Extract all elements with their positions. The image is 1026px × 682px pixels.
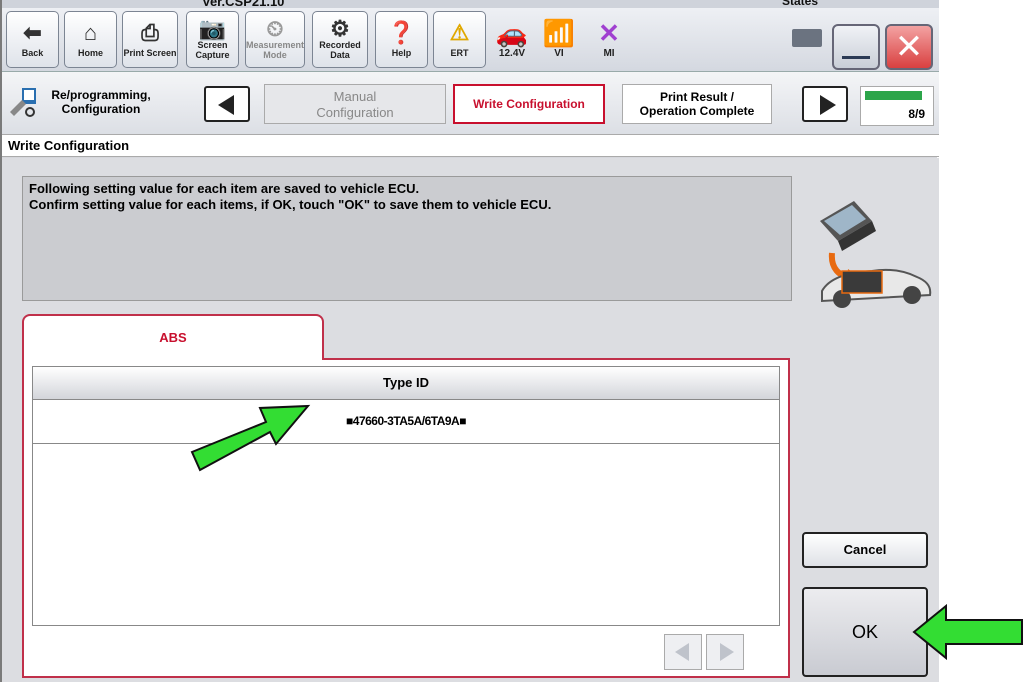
home-icon: ⌂: [83, 20, 98, 45]
laptop-to-car-illustration: [820, 201, 932, 308]
voltage-status: 🚗 12.4V: [490, 18, 534, 59]
battery-icon: [792, 29, 822, 47]
meter-icon: ⏲: [266, 16, 284, 41]
measurement-mode-button[interactable]: ⏲ Measurement Mode: [245, 11, 305, 68]
tab-join: [24, 356, 322, 360]
help-button[interactable]: ❓ Help: [375, 11, 428, 68]
current-step-label: Re/programming, Configuration: [51, 88, 151, 116]
printer-icon: ⎙: [141, 20, 159, 45]
tab-panel: Type ID ■47660-3TA5A/6TA9A■: [22, 358, 790, 678]
left-triangle-icon: [675, 643, 689, 661]
page-title: Write Configuration: [2, 135, 939, 157]
right-triangle-icon: [720, 643, 734, 661]
minimize-button[interactable]: [832, 24, 880, 70]
step-print-result: Print Result / Operation Complete: [622, 84, 772, 124]
page-next-button[interactable]: [706, 634, 744, 670]
step-write-configuration: Write Configuration: [453, 84, 605, 124]
signal-icon: 📶: [542, 18, 576, 48]
tab-abs[interactable]: ABS: [22, 314, 324, 360]
step-navigation: Re/programming, Configuration Manual Con…: [2, 72, 939, 135]
print-screen-button[interactable]: ⎙ Print Screen: [122, 11, 178, 68]
warning-icon: ⚠: [449, 20, 470, 45]
page-prev-button[interactable]: [664, 634, 702, 670]
disconnected-icon: ✕: [598, 18, 620, 48]
pointer-arrow-to-type-id: [190, 404, 311, 472]
back-button[interactable]: ⬅ Back: [6, 11, 59, 68]
step-manual-configuration: Manual Configuration: [264, 84, 446, 124]
type-id-table: Type ID ■47660-3TA5A/6TA9A■: [32, 366, 780, 626]
right-triangle-icon: [820, 95, 836, 115]
close-button[interactable]: ✕: [885, 24, 933, 70]
mi-status: ✕ MI: [587, 18, 631, 59]
cancel-button[interactable]: Cancel: [802, 532, 928, 568]
back-arrow-icon: ⬅: [23, 20, 42, 45]
left-triangle-icon: [218, 95, 234, 115]
ok-button[interactable]: OK: [802, 587, 928, 677]
progress-indicator: 8/9: [860, 86, 934, 126]
car-icon: 🚗: [495, 18, 529, 48]
pointer-arrow-to-ok: [912, 604, 1023, 660]
close-icon: ✕: [894, 28, 924, 66]
table-header: Type ID: [33, 367, 779, 400]
home-button[interactable]: ⌂ Home: [64, 11, 117, 68]
reprogramming-icon: [10, 88, 36, 117]
screen-capture-button[interactable]: 📷 Screen Capture: [186, 11, 239, 68]
camera-icon: 📷: [198, 16, 227, 41]
progress-bar-fill: [865, 91, 922, 100]
vi-status: 📶 VI: [537, 18, 581, 59]
ert-button[interactable]: ⚠ ERT: [433, 11, 486, 68]
states-label: States: [782, 0, 819, 8]
step-next-button[interactable]: [802, 86, 848, 122]
table-row[interactable]: ■47660-3TA5A/6TA9A■: [33, 399, 779, 444]
consult-app-window: Ver.CSP21.10 States ⬅ Back ⌂ Home ⎙ Prin…: [0, 0, 939, 682]
help-icon: ❓: [387, 20, 416, 45]
toolbar: ⬅ Back ⌂ Home ⎙ Print Screen 📷 Screen Ca…: [2, 8, 939, 72]
instruction-message: Following setting value for each item ar…: [22, 176, 792, 301]
recorded-data-icon: ⚙: [330, 16, 350, 41]
title-bar: Ver.CSP21.10 States: [2, 0, 939, 9]
main-content: Following setting value for each item ar…: [2, 158, 939, 682]
recorded-data-button[interactable]: ⚙ Recorded Data: [312, 11, 368, 68]
step-back-button[interactable]: [204, 86, 250, 122]
